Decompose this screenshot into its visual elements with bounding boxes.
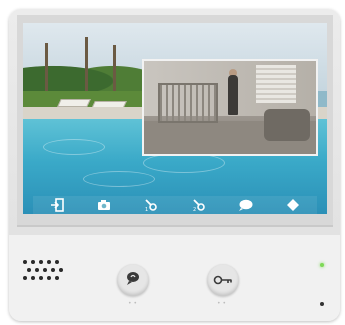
screen-toolbar: 1 2	[33, 196, 317, 214]
display-screen[interactable]: 1 2	[23, 23, 327, 214]
person-figure	[228, 75, 238, 115]
door-unlock-1-icon[interactable]: 1	[143, 197, 159, 213]
palm-tree	[113, 45, 116, 97]
nursery-window	[256, 65, 296, 103]
palm-tree	[45, 43, 48, 97]
speaker-grille	[21, 258, 65, 286]
status-led	[320, 263, 324, 267]
key-icon	[213, 271, 233, 290]
unlock-button-indicator: ••	[217, 300, 229, 307]
palm-tree	[85, 37, 88, 97]
camera-snapshot-icon[interactable]	[96, 197, 112, 213]
talk-button-indicator: ••	[128, 300, 140, 307]
svg-text:2: 2	[193, 207, 196, 212]
talk-button[interactable]	[117, 264, 149, 296]
sensor-dot	[320, 302, 324, 306]
door-unlock-2-icon[interactable]: 2	[191, 197, 207, 213]
unlock-button[interactable]	[207, 264, 239, 296]
exit-icon[interactable]	[49, 197, 65, 213]
nursery-crib	[158, 83, 218, 123]
nursery-chair	[264, 109, 310, 141]
talk-handset-icon	[125, 270, 141, 290]
picture-in-picture-feed[interactable]	[142, 59, 318, 156]
sun-lounger	[57, 99, 91, 107]
svg-text:1: 1	[145, 207, 148, 212]
menu-grid-icon[interactable]	[285, 197, 301, 213]
intercom-chat-icon[interactable]	[238, 197, 254, 213]
